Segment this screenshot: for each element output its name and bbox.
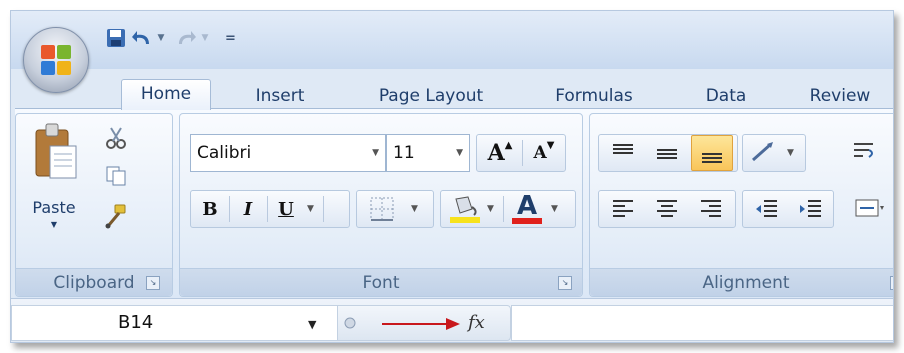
fill-color-button[interactable] [445, 191, 485, 227]
tab-review[interactable]: Review [797, 83, 883, 109]
grow-font-label: A [487, 140, 505, 166]
vertical-align-buttons [598, 134, 738, 172]
office-button[interactable] [23, 27, 89, 93]
wrap-text-icon[interactable] [846, 134, 882, 170]
format-painter-icon[interactable] [100, 200, 132, 232]
paste-label: Paste [32, 198, 76, 217]
font-group: Calibri ▼ 11 ▼ A ▲ A ▼ B I U ▼ ▼ ▼ A ▼ F… [179, 113, 583, 297]
quick-access-toolbar: ▼ ▼ = [103, 24, 343, 52]
horizontal-align-buttons [598, 190, 736, 228]
insert-function-button[interactable]: fx [468, 312, 485, 333]
name-box[interactable]: B14 ▼ [11, 305, 339, 341]
italic-button[interactable]: I [231, 191, 265, 227]
office-logo-icon [41, 45, 73, 77]
formula-controls: fx [337, 305, 511, 341]
font-style-buttons: B I U ▼ [190, 190, 350, 228]
borders-dropdown-icon[interactable]: ▼ [411, 191, 425, 227]
underline-dropdown-icon[interactable]: ▼ [307, 191, 321, 227]
orientation-dropdown-icon[interactable]: ▼ [787, 135, 801, 171]
paste-button[interactable]: Paste ▼ [24, 120, 84, 238]
indent-buttons [742, 190, 834, 228]
tab-formulas[interactable]: Formulas [539, 83, 649, 109]
alignment-group-label: Alignment [590, 268, 893, 296]
align-right-icon[interactable] [691, 191, 731, 227]
merge-center-icon[interactable] [846, 190, 892, 226]
alignment-group: ▼ Alignment [589, 113, 893, 297]
font-color-bar [512, 218, 542, 224]
font-name-value: Calibri [197, 143, 252, 163]
excel-window: ▼ ▼ = Home Insert Page Layout Formulas D… [10, 10, 894, 343]
name-box-value: B14 [118, 312, 154, 333]
font-size-value: 11 [393, 143, 415, 163]
customize-toolbar-icon[interactable]: = [225, 31, 236, 46]
font-size-buttons: A ▲ A ▼ [476, 134, 566, 172]
align-center-icon[interactable] [647, 191, 687, 227]
orientation-button[interactable]: ▼ [742, 134, 806, 172]
shrink-font-label: A [533, 143, 547, 163]
undo-icon[interactable] [129, 26, 155, 50]
name-box-dropdown-icon[interactable]: ▼ [308, 318, 316, 331]
paste-dropdown-icon[interactable]: ▼ [24, 220, 84, 229]
borders-button[interactable]: ▼ [356, 190, 434, 228]
top-align-icon[interactable] [603, 135, 643, 171]
undo-dropdown-icon[interactable]: ▼ [155, 33, 167, 43]
clipboard-group: Paste ▼ Clipboard ↘ [15, 113, 173, 297]
font-color-label: A [516, 191, 538, 221]
tab-data[interactable]: Data [691, 83, 761, 109]
tab-insert[interactable]: Insert [235, 83, 325, 109]
shrink-font-button[interactable]: A ▼ [523, 135, 565, 171]
font-name-combo[interactable]: Calibri ▼ [190, 134, 386, 172]
formula-input[interactable] [511, 305, 893, 341]
font-color-dropdown-icon[interactable]: ▼ [551, 191, 565, 227]
copy-icon[interactable] [100, 160, 132, 192]
decrease-indent-icon[interactable] [747, 191, 787, 227]
font-dialog-launcher-icon[interactable]: ↘ [558, 276, 572, 290]
formula-bar: B14 ▼ fx [11, 298, 893, 342]
alignment-dialog-launcher-icon[interactable]: ↘ [890, 276, 893, 290]
ribbon-tabs: Home Insert Page Layout Formulas Data Re… [11, 69, 893, 110]
align-left-icon[interactable] [603, 191, 643, 227]
redo-icon [173, 26, 199, 50]
title-bar: ▼ ▼ = [11, 11, 893, 69]
redo-dropdown-icon: ▼ [201, 33, 209, 43]
font-group-label: Font [180, 268, 582, 296]
underline-button[interactable]: U [269, 191, 303, 227]
bottom-align-icon[interactable] [691, 135, 733, 171]
clipboard-icon [35, 123, 77, 179]
paint-bucket-icon [450, 196, 480, 223]
font-color-button[interactable]: A [507, 191, 547, 227]
red-arrow-icon [382, 318, 460, 330]
middle-align-icon[interactable] [647, 135, 687, 171]
font-size-combo[interactable]: 11 ▼ [386, 134, 470, 172]
tab-page-layout[interactable]: Page Layout [361, 83, 501, 109]
tab-home[interactable]: Home [121, 79, 211, 110]
formula-splitter-icon[interactable] [342, 308, 358, 338]
fill-color-dropdown-icon[interactable]: ▼ [487, 191, 499, 227]
ribbon: Paste ▼ Clipboard ↘ Calibri ▼ 11 ▼ A ▲ A… [15, 108, 893, 298]
bold-button[interactable]: B [193, 191, 227, 227]
borders-icon [370, 197, 394, 221]
save-icon[interactable] [103, 26, 129, 50]
grow-font-button[interactable]: A ▲ [479, 135, 521, 171]
orientation-icon [752, 142, 773, 162]
font-size-dropdown-icon[interactable]: ▼ [456, 135, 463, 171]
clipboard-dialog-launcher-icon[interactable]: ↘ [146, 276, 160, 290]
cut-icon[interactable] [100, 122, 132, 154]
increase-indent-icon[interactable] [791, 191, 831, 227]
font-name-dropdown-icon[interactable]: ▼ [372, 135, 379, 171]
color-buttons: ▼ A ▼ [440, 190, 576, 228]
